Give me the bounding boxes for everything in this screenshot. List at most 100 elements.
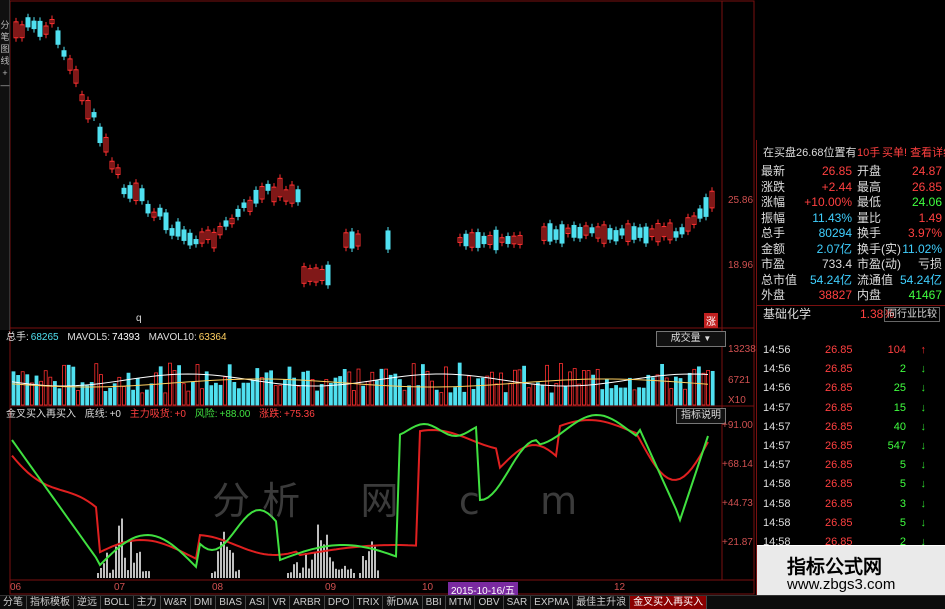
candle-body <box>547 223 553 242</box>
mavol10-label: MAVOL10: <box>148 332 197 343</box>
volume-bar <box>660 363 664 406</box>
indicator-tab[interactable]: BIAS <box>216 596 247 609</box>
indicator-tab[interactable]: SAR <box>504 596 532 609</box>
volume-bar <box>407 385 412 406</box>
indicator-tab[interactable]: BOLL <box>101 596 134 609</box>
volume-bar <box>485 375 490 406</box>
industry-name: 基础化学 <box>763 307 812 321</box>
volume-bar <box>416 385 421 406</box>
indicator-tab[interactable]: 主力 <box>134 596 161 609</box>
indicator-tab[interactable]: VR <box>269 596 291 609</box>
quote-row: 市盈 733.4 市盈(动) 亏损 <box>757 257 945 272</box>
volume-bar <box>466 375 471 406</box>
volume-bar <box>664 377 669 406</box>
volume-bar <box>16 375 21 406</box>
volume-bar <box>420 364 425 406</box>
quote-header[interactable]: 在买盘26.68位置有 10手 买单! 查看详细 <box>757 146 945 161</box>
candle-body <box>385 230 391 250</box>
volume-selector[interactable]: 成交量 ▼ <box>656 331 726 347</box>
volume-bar <box>347 371 352 406</box>
indicator-tab[interactable]: 分笔 <box>0 596 27 609</box>
volume-bar <box>48 376 53 406</box>
candle-body <box>697 208 703 219</box>
industry-compare-button[interactable]: 同行业比较 <box>884 307 940 322</box>
volume-bar <box>172 370 177 406</box>
indicator-tab[interactable]: MTM <box>446 596 476 609</box>
rise-marker: 涨 <box>704 313 718 328</box>
tick-row: 14:57 26.85 15 ↓ <box>757 400 945 417</box>
rise-label: 涨跌: <box>259 409 282 420</box>
volume-bar <box>80 382 85 406</box>
volume-bar <box>572 368 577 406</box>
indicator-tab[interactable]: W&R <box>161 596 191 609</box>
indicator-tab[interactable]: EXPMA <box>531 596 574 609</box>
tick-price: 26.85 <box>825 440 853 452</box>
volume-bar <box>499 372 504 406</box>
quote-row: 总市值 54.24亿 流通值 54.24亿 <box>757 273 945 288</box>
quote-header-link[interactable]: 买单! 查看详细 <box>882 146 945 161</box>
quote-value: 54.24亿 <box>809 272 852 287</box>
quote-label: 市盈 <box>761 257 786 271</box>
quote-value: 41467 <box>908 288 942 302</box>
volume-bar <box>425 370 430 406</box>
candle-body <box>463 233 469 247</box>
indicator-tab[interactable]: 最佳主升浪 <box>573 596 631 609</box>
volume-total-value: 68265 <box>30 332 59 343</box>
indicator-tab[interactable]: TRIX <box>354 596 384 609</box>
candle-body <box>37 20 43 37</box>
volume-bar <box>370 371 375 406</box>
indicator-tab[interactable]: DPO <box>325 596 354 609</box>
left-toolbar-item[interactable]: 笔 <box>0 32 10 42</box>
indicator-tab[interactable]: 新DMA <box>383 596 423 609</box>
candle-body <box>577 226 583 239</box>
tick-row: 14:58 26.85 5 ↓ <box>757 515 945 532</box>
arrow-down-icon: ↓ <box>920 497 927 510</box>
indicator-tab[interactable]: ARBR <box>290 596 325 609</box>
left-toolbar-item[interactable]: + <box>0 68 10 78</box>
volume-bar <box>503 392 508 406</box>
candle-body <box>679 227 685 235</box>
volume-bar <box>697 366 701 406</box>
indicator-tab[interactable]: 指标模板 <box>27 596 74 609</box>
left-toolbar-item[interactable]: — <box>0 80 10 90</box>
left-toolbar-item[interactable]: 图 <box>0 44 10 54</box>
volume-bar <box>563 386 568 406</box>
volume-bar <box>628 377 632 406</box>
volume-bar <box>154 372 159 406</box>
volume-bar <box>301 371 306 406</box>
indicator-tab[interactable]: BBI <box>423 596 446 609</box>
volume-bar <box>453 387 458 406</box>
quote-header-left: 在买盘26.68位置有 <box>763 147 857 159</box>
tick-row: 14:58 26.85 3 ↓ <box>757 496 945 513</box>
indicator-tab[interactable]: 逆远 <box>74 596 101 609</box>
volume-bar <box>614 385 618 406</box>
volume-bar <box>43 370 48 406</box>
volume-bar <box>582 370 586 406</box>
indicator-watermark: 分 析 网 c m <box>212 479 578 523</box>
quote-label: 总手 <box>761 226 786 240</box>
candle-body <box>493 229 499 251</box>
x-label-06: 06 <box>10 582 22 593</box>
indicator-help-button[interactable]: 指标说明 <box>676 408 726 424</box>
indicator-tab[interactable]: OBV <box>475 596 504 609</box>
volume-bar <box>476 378 481 406</box>
mavol5-value: 74393 <box>111 332 140 343</box>
industry-row: 基础化学 1.38% 同行业比较 <box>757 305 945 322</box>
volume-label-2: 6721 <box>728 375 751 386</box>
volume-bar <box>526 387 531 406</box>
indicator-tab[interactable]: 金叉买入再买入 <box>630 596 708 609</box>
volume-bar <box>310 378 315 406</box>
indicator-tab[interactable]: DMI <box>191 596 217 609</box>
x-label-08: 08 <box>212 582 224 593</box>
left-toolbar-item[interactable]: 线 <box>0 56 10 66</box>
volume-label-1: 13238 <box>728 344 756 355</box>
tick-price: 26.85 <box>825 363 853 376</box>
candle-body <box>505 236 511 244</box>
volume-bar <box>319 384 324 406</box>
quote-value: 11.02% <box>902 241 942 256</box>
tick-price: 26.85 <box>825 344 853 356</box>
left-toolbar-item[interactable]: 分 <box>0 20 10 30</box>
indicator-tab[interactable]: ASI <box>246 596 270 609</box>
volume-bar <box>655 374 660 406</box>
tick-price: 26.85 <box>825 382 853 395</box>
